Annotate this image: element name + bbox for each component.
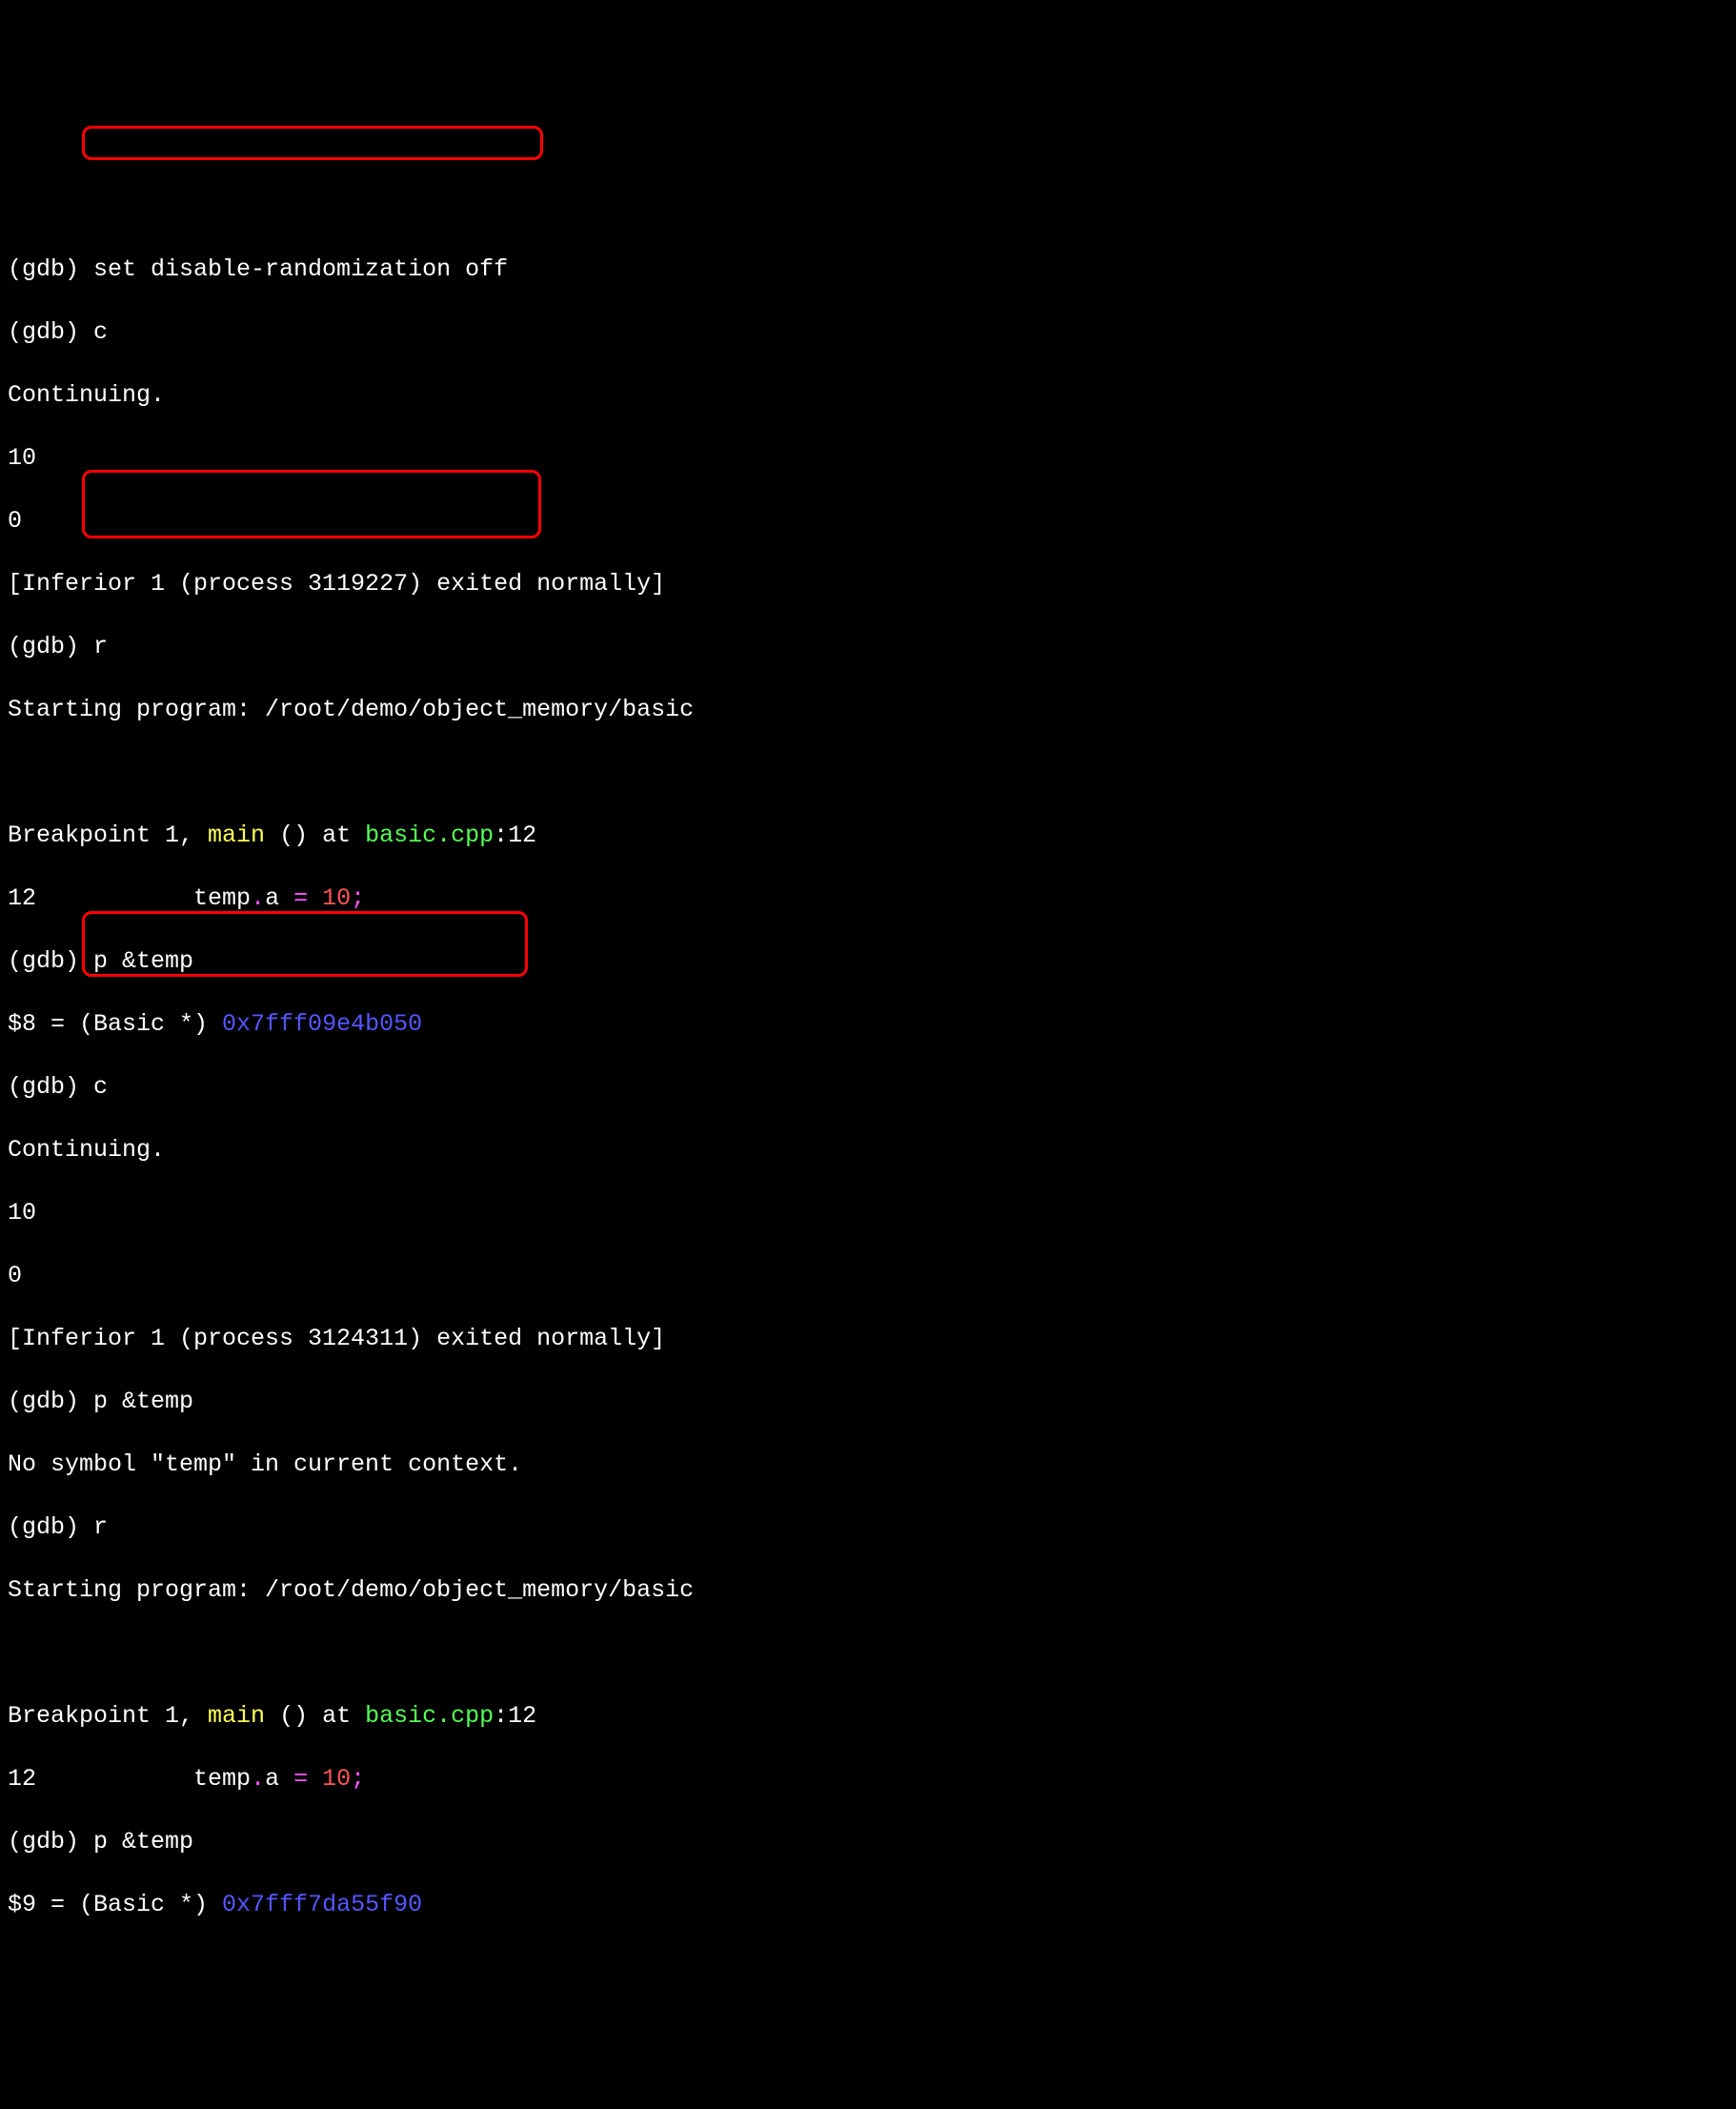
gdb-command: p &temp xyxy=(93,1388,193,1415)
breakpoint-line: Breakpoint 1, main () at basic.cpp:12 xyxy=(8,1700,1728,1732)
gdb-command: c xyxy=(93,318,108,346)
gdb-command: p &temp xyxy=(93,947,193,975)
breakpoint-line: Breakpoint 1, main () at basic.cpp:12 xyxy=(8,820,1728,851)
output-line: [Inferior 1 (process 3124311) exited nor… xyxy=(8,1323,1728,1354)
gdb-command: r xyxy=(93,1513,108,1541)
gdb-prompt: (gdb) xyxy=(8,1388,93,1415)
output-line: $8 = (Basic *) 0x7fff09e4b050 xyxy=(8,1008,1728,1040)
output-line: $9 = (Basic *) 0x7fff7da55f90 xyxy=(8,1889,1728,1920)
output-line: 10 xyxy=(8,442,1728,474)
memory-address: 0x7fff7da55f90 xyxy=(222,1891,422,1918)
output-line: 10 xyxy=(8,1197,1728,1228)
output-line: No symbol "temp" in current context. xyxy=(8,1449,1728,1480)
output-line: Starting program: /root/demo/object_memo… xyxy=(8,694,1728,725)
gdb-command: c xyxy=(93,1073,108,1101)
gdb-prompt: (gdb) xyxy=(8,1828,93,1856)
filename: basic.cpp xyxy=(365,821,494,849)
gdb-command: r xyxy=(93,633,108,660)
gdb-prompt: (gdb) xyxy=(8,1073,93,1101)
gdb-prompt: (gdb) xyxy=(8,255,93,283)
output-line: 0 xyxy=(8,505,1728,537)
gdb-line[interactable]: (gdb) p &temp xyxy=(8,1386,1728,1417)
function-name: main xyxy=(208,1702,265,1730)
output-line: [Inferior 1 (process 3119227) exited nor… xyxy=(8,568,1728,599)
gdb-line[interactable]: (gdb) c xyxy=(8,316,1728,348)
gdb-prompt: (gdb) xyxy=(8,318,93,346)
gdb-line[interactable]: (gdb) r xyxy=(8,631,1728,662)
gdb-line[interactable]: (gdb) p &temp xyxy=(8,945,1728,977)
memory-address: 0x7fff09e4b050 xyxy=(222,1010,422,1038)
gdb-line[interactable]: (gdb) r xyxy=(8,1511,1728,1543)
gdb-line[interactable]: (gdb) p &temp xyxy=(8,1826,1728,1857)
gdb-prompt: (gdb) xyxy=(8,1513,93,1541)
gdb-command: set disable-randomization off xyxy=(93,255,508,283)
gdb-prompt: (gdb) xyxy=(8,947,93,975)
blank-line xyxy=(8,757,1728,788)
blank-line xyxy=(8,1637,1728,1669)
function-name: main xyxy=(208,821,265,849)
terminal-output: (gdb) set disable-randomization off (gdb… xyxy=(8,128,1728,1952)
gdb-command: p &temp xyxy=(93,1828,193,1856)
highlight-box-1 xyxy=(82,126,543,160)
output-line: Starting program: /root/demo/object_memo… xyxy=(8,1574,1728,1606)
output-line: Continuing. xyxy=(8,379,1728,411)
filename: basic.cpp xyxy=(365,1702,494,1730)
output-line: Continuing. xyxy=(8,1134,1728,1166)
source-line: 12 temp.a = 10; xyxy=(8,882,1728,914)
gdb-prompt: (gdb) xyxy=(8,633,93,660)
gdb-line[interactable]: (gdb) set disable-randomization off xyxy=(8,253,1728,285)
source-line: 12 temp.a = 10; xyxy=(8,1763,1728,1795)
gdb-line[interactable]: (gdb) c xyxy=(8,1071,1728,1103)
output-line: 0 xyxy=(8,1260,1728,1291)
